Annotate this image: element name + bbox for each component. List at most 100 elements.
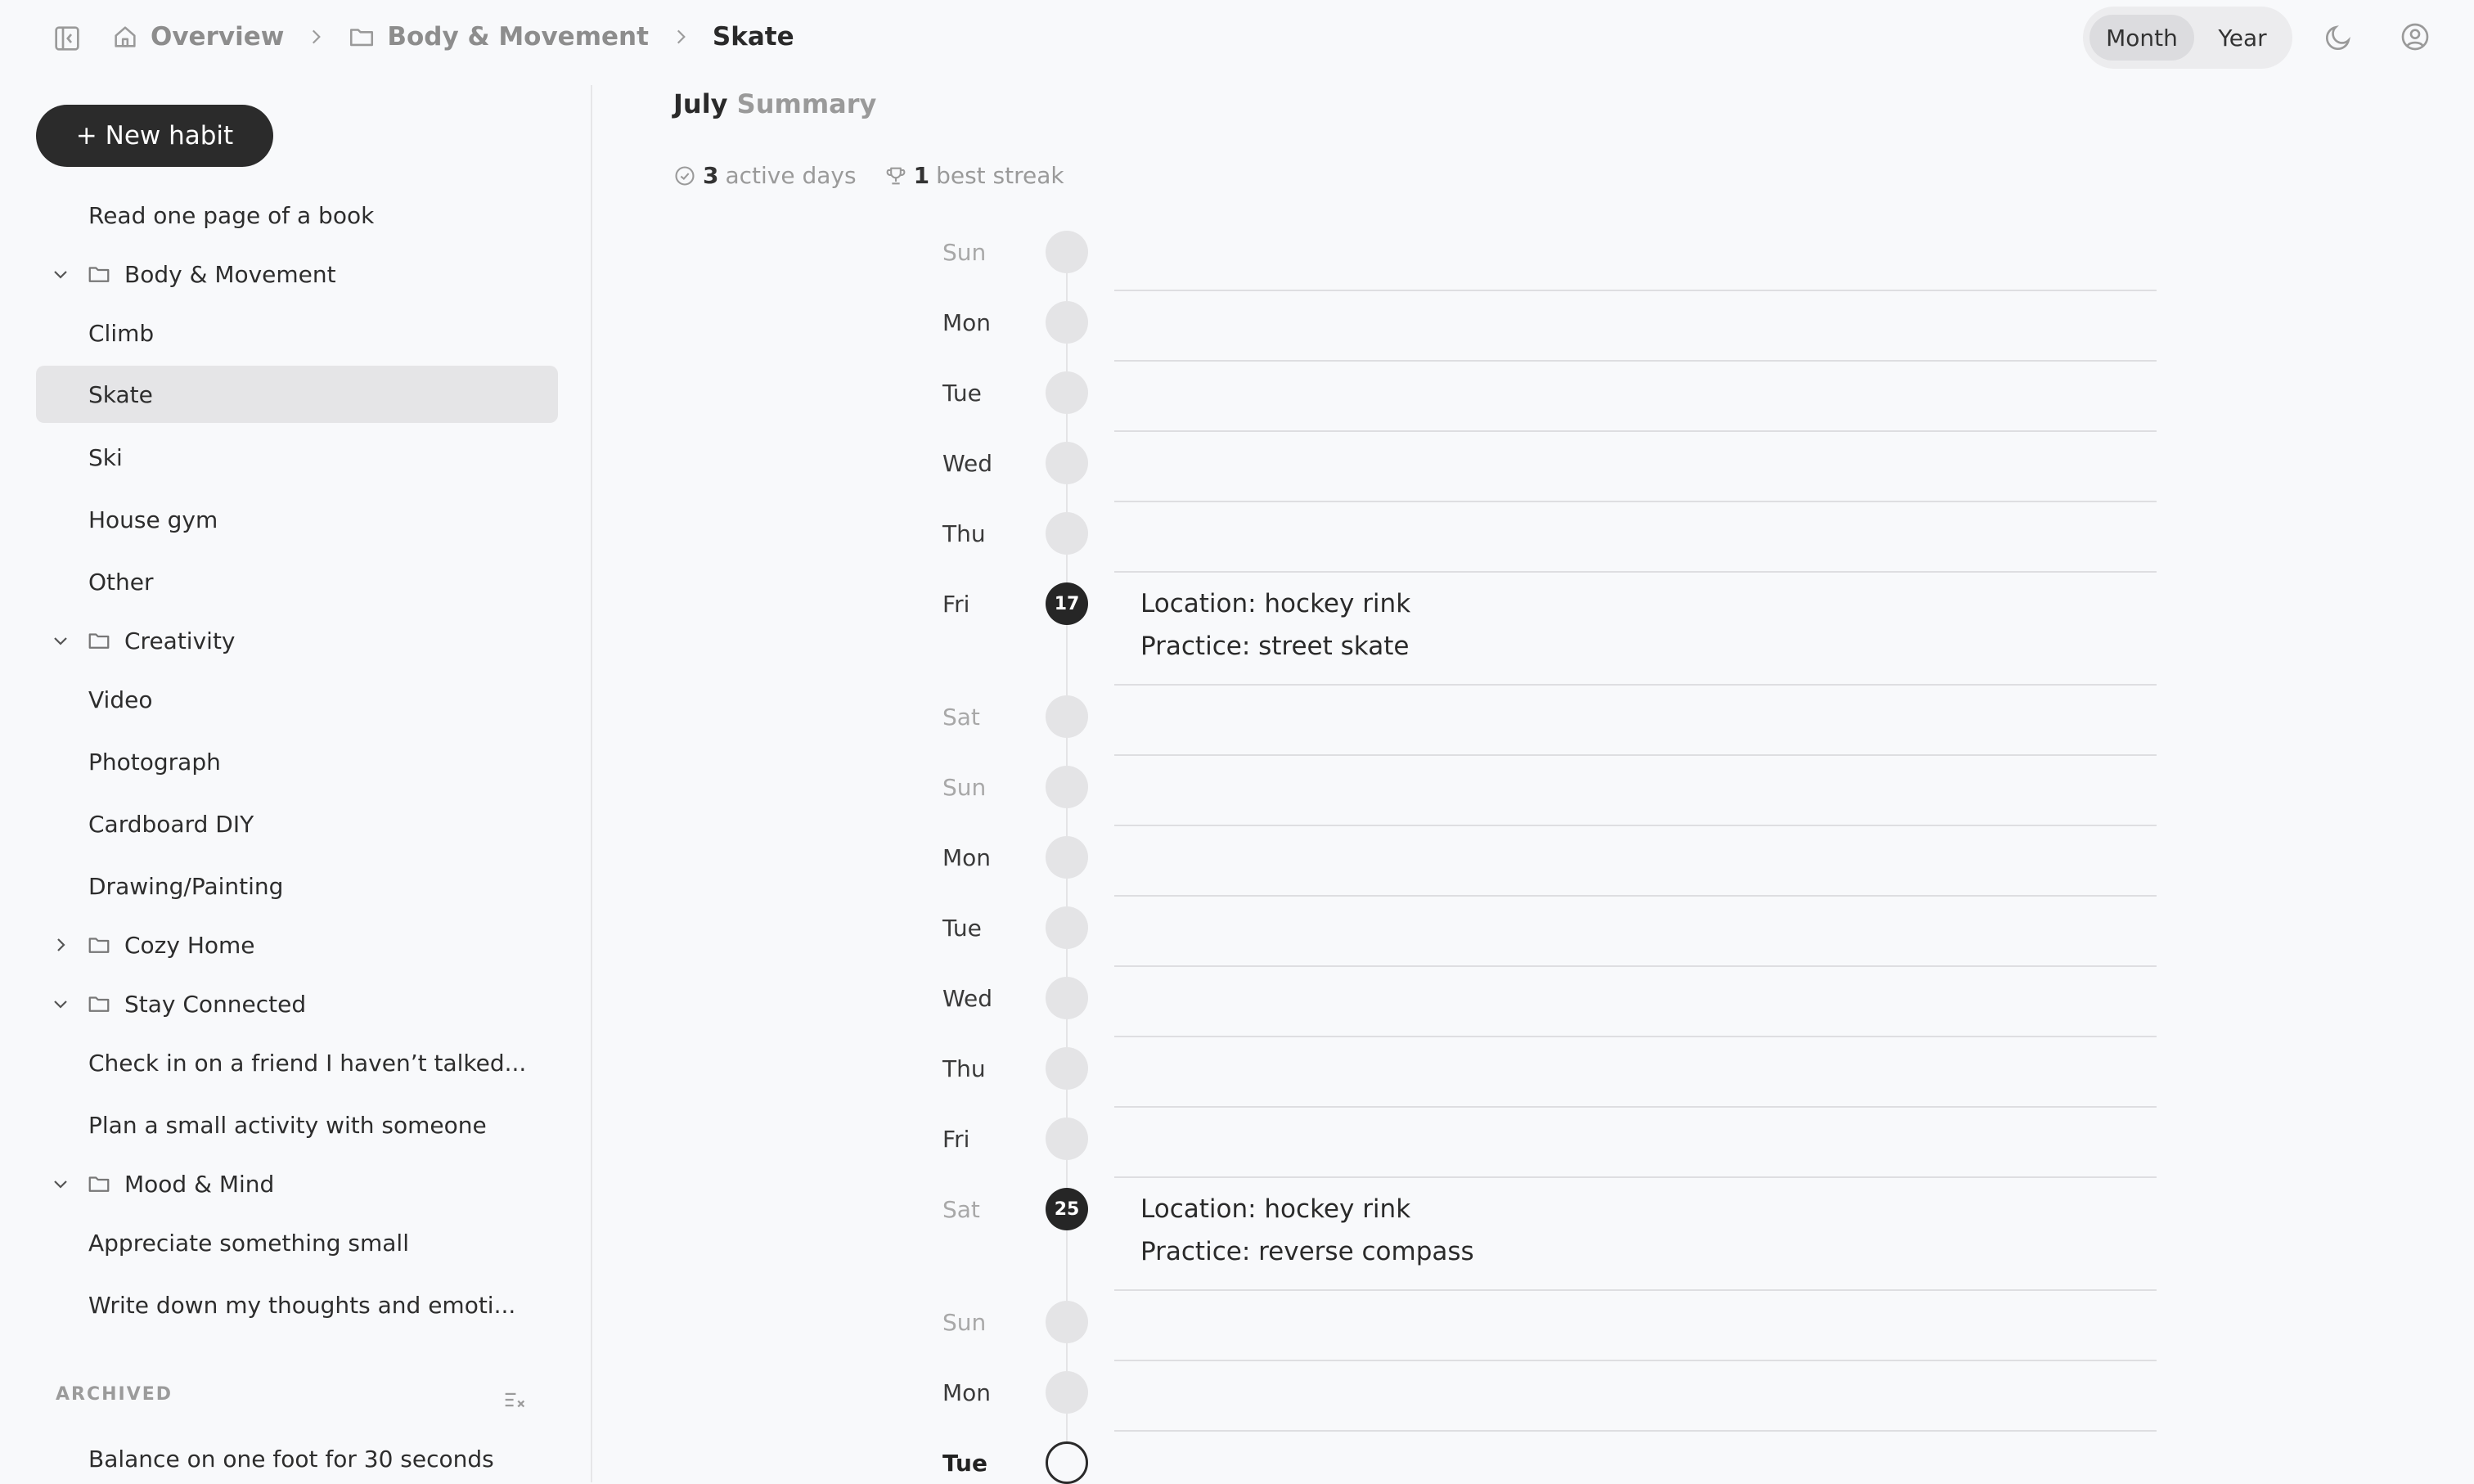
- sidebar-item-write-thoughts[interactable]: Write down my thoughts and emoti...: [36, 1276, 558, 1333]
- day-of-week-label: Wed: [942, 985, 993, 1012]
- day-of-week-label: Thu: [942, 1055, 986, 1082]
- row-divider: [1114, 1430, 2157, 1432]
- user-icon[interactable]: [2399, 20, 2431, 53]
- year-view-button[interactable]: Year: [2197, 15, 2287, 61]
- day-marker[interactable]: [1046, 977, 1088, 1019]
- day-marker-completed[interactable]: 25: [1046, 1188, 1088, 1230]
- sidebar-item-house-gym[interactable]: House gym: [36, 491, 558, 548]
- day-marker[interactable]: [1046, 906, 1088, 949]
- day-of-week-label: Mon: [942, 1379, 992, 1406]
- folder-icon: [348, 23, 376, 51]
- clear-list-icon[interactable]: [501, 1386, 529, 1414]
- sidebar-item-other[interactable]: Other: [36, 553, 558, 610]
- sidebar-toggle-icon[interactable]: [51, 22, 83, 55]
- day-of-week-label: Thu: [942, 520, 986, 547]
- day-marker[interactable]: [1046, 1117, 1088, 1160]
- sidebar-item-video[interactable]: Video: [36, 671, 558, 728]
- day-of-week-label: Sat: [942, 704, 980, 731]
- sidebar-item-cardboard-diy[interactable]: Cardboard DIY: [36, 795, 558, 852]
- row-divider: [1114, 1036, 2157, 1037]
- breadcrumb: Overview Body & Movement Skate: [111, 15, 794, 59]
- day-of-week-label: Fri: [942, 1126, 970, 1153]
- day-marker[interactable]: [1046, 442, 1088, 484]
- day-marker-completed[interactable]: 17: [1046, 582, 1088, 625]
- sidebar-item-check-in-friend[interactable]: Check in on a friend I haven’t talked...: [36, 1034, 558, 1091]
- folder-icon: [87, 992, 111, 1016]
- row-divider: [1114, 895, 2157, 897]
- day-of-week-label: Sat: [942, 1196, 980, 1223]
- sidebar-group-creativity[interactable]: Creativity: [36, 612, 558, 669]
- day-marker[interactable]: [1046, 1301, 1088, 1343]
- day-marker[interactable]: [1046, 512, 1088, 555]
- summary-stats: 3 active days 1 best streak: [673, 162, 1092, 189]
- day-of-week-label: Mon: [942, 309, 992, 336]
- sidebar-group-stay-connected[interactable]: Stay Connected: [36, 975, 558, 1032]
- folder-icon: [87, 1171, 111, 1196]
- day-marker[interactable]: [1046, 766, 1088, 808]
- breadcrumb-body-movement[interactable]: Body & Movement: [348, 22, 649, 52]
- sidebar-group-mood-mind[interactable]: Mood & Mind: [36, 1155, 558, 1212]
- chevron-down-icon: [51, 631, 70, 650]
- sidebar-group-cozy-home[interactable]: Cozy Home: [36, 916, 558, 974]
- folder-icon: [87, 628, 111, 653]
- sidebar-archived-item-balance[interactable]: Balance on one foot for 30 seconds: [36, 1430, 558, 1482]
- row-divider: [1114, 290, 2157, 291]
- breadcrumb-overview[interactable]: Overview: [111, 22, 284, 52]
- chevron-down-icon: [51, 994, 70, 1014]
- active-days-value: 3: [703, 162, 719, 189]
- title-suffix: Summary: [736, 88, 877, 119]
- row-divider: [1114, 965, 2157, 967]
- chevron-right-icon: [670, 26, 691, 47]
- day-marker-today[interactable]: [1046, 1441, 1088, 1484]
- sidebar-group-label: Stay Connected: [124, 990, 307, 1018]
- row-divider: [1114, 754, 2157, 756]
- chevron-right-icon: [51, 935, 70, 955]
- check-circle-icon: [673, 164, 696, 187]
- day-note: Location: hockey rink: [1140, 589, 1411, 618]
- chevron-down-icon: [51, 1174, 70, 1194]
- row-divider: [1114, 501, 2157, 502]
- day-marker[interactable]: [1046, 695, 1088, 738]
- day-note: Practice: reverse compass: [1140, 1237, 1474, 1266]
- day-marker[interactable]: [1046, 836, 1088, 879]
- sidebar-item-plan-activity[interactable]: Plan a small activity with someone: [36, 1096, 558, 1153]
- day-marker[interactable]: [1046, 371, 1088, 414]
- archived-header: ARCHIVED: [56, 1384, 173, 1405]
- breadcrumb-current: Skate: [713, 22, 794, 52]
- sidebar-item-drawing-painting[interactable]: Drawing/Painting: [36, 857, 558, 915]
- day-of-week-label: Fri: [942, 591, 970, 618]
- day-of-week-label: Tue: [942, 380, 982, 407]
- row-divider: [1114, 360, 2157, 362]
- moon-icon[interactable]: [2323, 20, 2355, 53]
- day-note: Practice: street skate: [1140, 632, 1410, 661]
- sidebar-item-ski[interactable]: Ski: [36, 429, 558, 486]
- new-habit-button[interactable]: + New habit: [36, 105, 273, 167]
- day-marker[interactable]: [1046, 231, 1088, 273]
- sidebar-group-label: Creativity: [124, 627, 236, 654]
- day-note: Location: hockey rink: [1140, 1194, 1411, 1224]
- row-divider: [1114, 684, 2157, 686]
- active-days-label: active days: [725, 162, 857, 189]
- sidebar-item-appreciate[interactable]: Appreciate something small: [36, 1214, 558, 1271]
- day-of-week-label: Tue: [942, 915, 982, 942]
- sidebar-group-body-movement[interactable]: Body & Movement: [36, 245, 558, 303]
- month-view-button[interactable]: Month: [2089, 15, 2194, 61]
- sidebar-item-climb[interactable]: Climb: [36, 304, 558, 362]
- day-marker[interactable]: [1046, 1371, 1088, 1414]
- view-toggle: Month Year: [2083, 7, 2292, 69]
- row-divider: [1114, 571, 2157, 573]
- trophy-icon: [884, 164, 907, 187]
- day-of-week-label: Sun: [942, 239, 987, 266]
- active-days-stat: 3 active days: [673, 162, 857, 189]
- page-title: July Summary: [673, 88, 876, 119]
- day-marker[interactable]: [1046, 1047, 1088, 1090]
- day-of-week-label: Sun: [942, 774, 987, 801]
- sidebar-item-skate[interactable]: Skate: [36, 366, 558, 423]
- home-icon: [111, 23, 139, 51]
- sidebar-item-photograph[interactable]: Photograph: [36, 733, 558, 790]
- row-divider: [1114, 1176, 2157, 1178]
- row-divider: [1114, 1289, 2157, 1291]
- day-marker[interactable]: [1046, 301, 1088, 344]
- folder-icon: [87, 262, 111, 286]
- sidebar-item-read-book[interactable]: Read one page of a book: [36, 187, 558, 244]
